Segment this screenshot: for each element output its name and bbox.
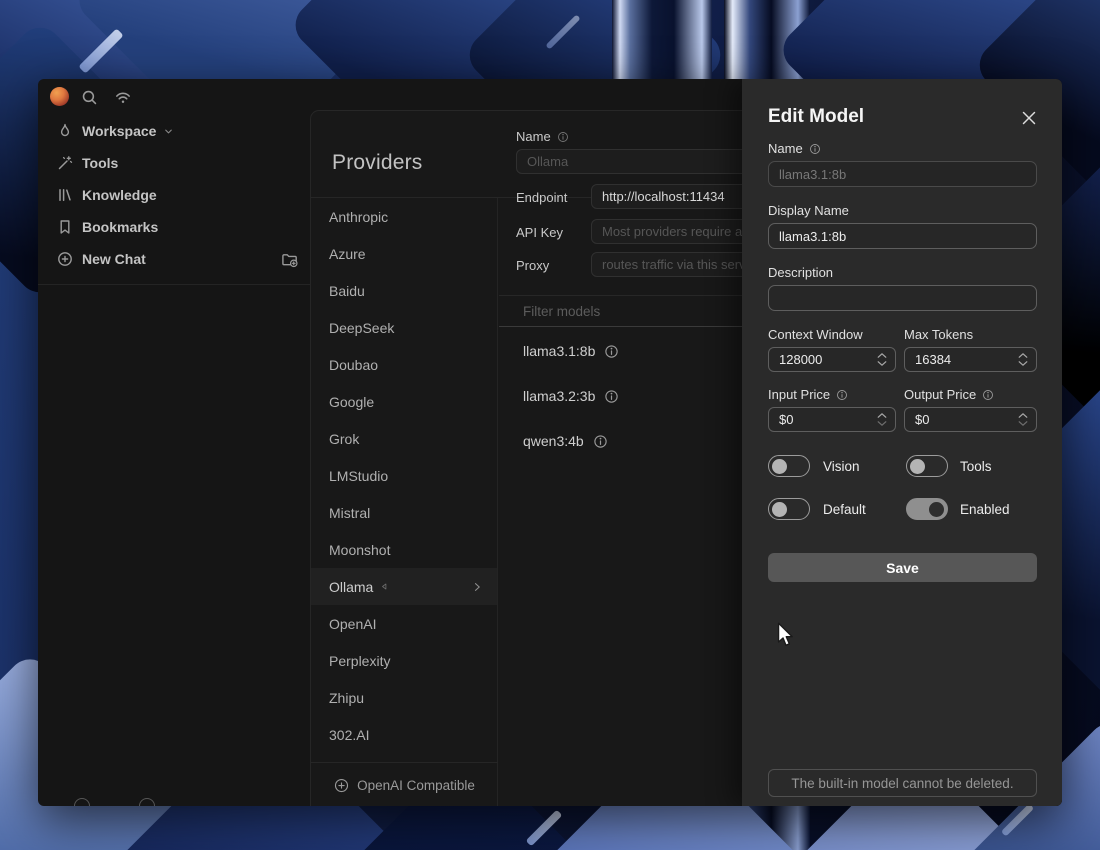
input-price-label: Input Price — [768, 387, 848, 402]
provider-item-google[interactable]: Google — [311, 383, 497, 420]
provider-item-302ai[interactable]: 302.AI — [311, 716, 497, 753]
page-title: Providers — [332, 151, 423, 175]
default-toggle[interactable] — [768, 498, 810, 520]
folder-plus-icon[interactable] — [281, 251, 298, 268]
provider-item-lmstudio[interactable]: LMStudio — [311, 457, 497, 494]
stepper-arrows-icon[interactable] — [1018, 353, 1028, 366]
output-price-stepper[interactable]: $0 — [904, 407, 1037, 432]
sidebar-item-label: Knowledge — [82, 187, 157, 203]
triangle-left-icon — [380, 582, 389, 591]
model-info-icon[interactable] — [604, 389, 619, 404]
chevron-down-icon — [163, 126, 174, 137]
stepper-arrows-icon[interactable] — [877, 353, 887, 366]
sidebar-item-tools[interactable]: Tools — [38, 147, 310, 179]
provider-item-anthropic[interactable]: Anthropic — [311, 198, 497, 235]
max-tokens-stepper[interactable]: 16384 — [904, 347, 1037, 372]
close-icon[interactable] — [1021, 110, 1037, 126]
provider-name-label: Name — [516, 129, 569, 144]
sidebar-item-bookmarks[interactable]: Bookmarks — [38, 211, 310, 243]
sidebar-item-workspace[interactable]: Workspace — [38, 115, 310, 147]
context-window-label: Context Window — [768, 327, 863, 342]
flame-icon — [57, 123, 73, 139]
app-window: Workspace Tools Knowledge — [38, 79, 1062, 806]
display-name-label: Display Name — [768, 203, 849, 218]
sidebar-item-label: Bookmarks — [82, 219, 158, 235]
api-key-label: API Key — [516, 225, 563, 240]
max-tokens-label: Max Tokens — [904, 327, 973, 342]
sidebar-header — [38, 79, 310, 115]
sidebar-item-new-chat[interactable]: New Chat — [38, 243, 310, 275]
info-icon — [836, 389, 848, 401]
sidebar-footer-button-2[interactable] — [139, 798, 155, 806]
mouse-cursor — [777, 622, 795, 648]
provider-item-grok[interactable]: Grok — [311, 420, 497, 457]
sidebar-item-label: New Chat — [82, 251, 146, 267]
stepper-arrows-icon[interactable] — [1018, 413, 1028, 426]
model-info-icon[interactable] — [604, 344, 619, 359]
tools-toggle-label: Tools — [960, 459, 992, 474]
dialog-title: Edit Model — [768, 106, 864, 128]
provider-item-baidu[interactable]: Baidu — [311, 272, 497, 309]
provider-item-mistral[interactable]: Mistral — [311, 494, 497, 531]
enabled-toggle-label: Enabled — [960, 502, 1010, 517]
model-row-llama31[interactable]: llama3.1:8b — [523, 343, 619, 359]
plus-circle-icon — [334, 778, 349, 793]
provider-item-perplexity[interactable]: Perplexity — [311, 642, 497, 679]
provider-item-ollama-selected[interactable]: Ollama — [311, 568, 497, 605]
provider-item-openai[interactable]: OpenAI — [311, 605, 497, 642]
add-openai-compatible-button[interactable]: OpenAI Compatible — [311, 763, 498, 806]
network-status-icon[interactable] — [113, 87, 133, 107]
sidebar-nav: Workspace Tools Knowledge — [38, 115, 310, 275]
info-icon — [809, 143, 821, 155]
model-name-input — [768, 161, 1037, 187]
provider-list: Anthropic Azure Baidu DeepSeek Doubao Go… — [311, 198, 498, 806]
model-info-icon[interactable] — [593, 434, 608, 449]
stepper-arrows-icon[interactable] — [877, 413, 887, 426]
wand-icon — [57, 155, 73, 171]
chat-plus-icon — [57, 251, 73, 267]
vision-toggle[interactable] — [768, 455, 810, 477]
sidebar-item-knowledge[interactable]: Knowledge — [38, 179, 310, 211]
model-name-label: Name — [768, 141, 821, 156]
provider-item-deepseek[interactable]: DeepSeek — [311, 309, 497, 346]
search-icon[interactable] — [79, 87, 99, 107]
sidebar-footer-button-1[interactable] — [74, 798, 90, 806]
books-icon — [57, 187, 73, 203]
sidebar-divider — [38, 284, 310, 285]
bookmark-icon — [57, 219, 73, 235]
tools-toggle[interactable] — [906, 455, 948, 477]
proxy-label: Proxy — [516, 258, 549, 273]
info-icon — [557, 131, 569, 143]
app-logo-icon — [50, 87, 69, 106]
vision-toggle-label: Vision — [823, 459, 860, 474]
model-row-qwen3[interactable]: qwen3:4b — [523, 433, 608, 449]
provider-item-zhipu[interactable]: Zhipu — [311, 679, 497, 716]
sidebar-item-label: Tools — [82, 155, 118, 171]
edit-model-dialog: Edit Model Name Display Name Description… — [742, 79, 1062, 806]
info-icon — [982, 389, 994, 401]
delete-disabled-notice: The built-in model cannot be deleted. — [768, 769, 1037, 797]
provider-item-moonshot[interactable]: Moonshot — [311, 531, 497, 568]
context-window-stepper[interactable]: 128000 — [768, 347, 896, 372]
chevron-right-icon — [471, 581, 483, 593]
save-button[interactable]: Save — [768, 553, 1037, 582]
input-price-stepper[interactable]: $0 — [768, 407, 896, 432]
output-price-label: Output Price — [904, 387, 994, 402]
provider-item-azure[interactable]: Azure — [311, 235, 497, 272]
description-input[interactable] — [768, 285, 1037, 311]
screen: Workspace Tools Knowledge — [0, 0, 1100, 850]
default-toggle-label: Default — [823, 502, 866, 517]
endpoint-label: Endpoint — [516, 190, 567, 205]
model-row-llama32[interactable]: llama3.2:3b — [523, 388, 619, 404]
description-label: Description — [768, 265, 833, 280]
enabled-toggle[interactable] — [906, 498, 948, 520]
provider-item-doubao[interactable]: Doubao — [311, 346, 497, 383]
display-name-input[interactable] — [768, 223, 1037, 249]
sidebar-item-label: Workspace — [82, 123, 156, 139]
